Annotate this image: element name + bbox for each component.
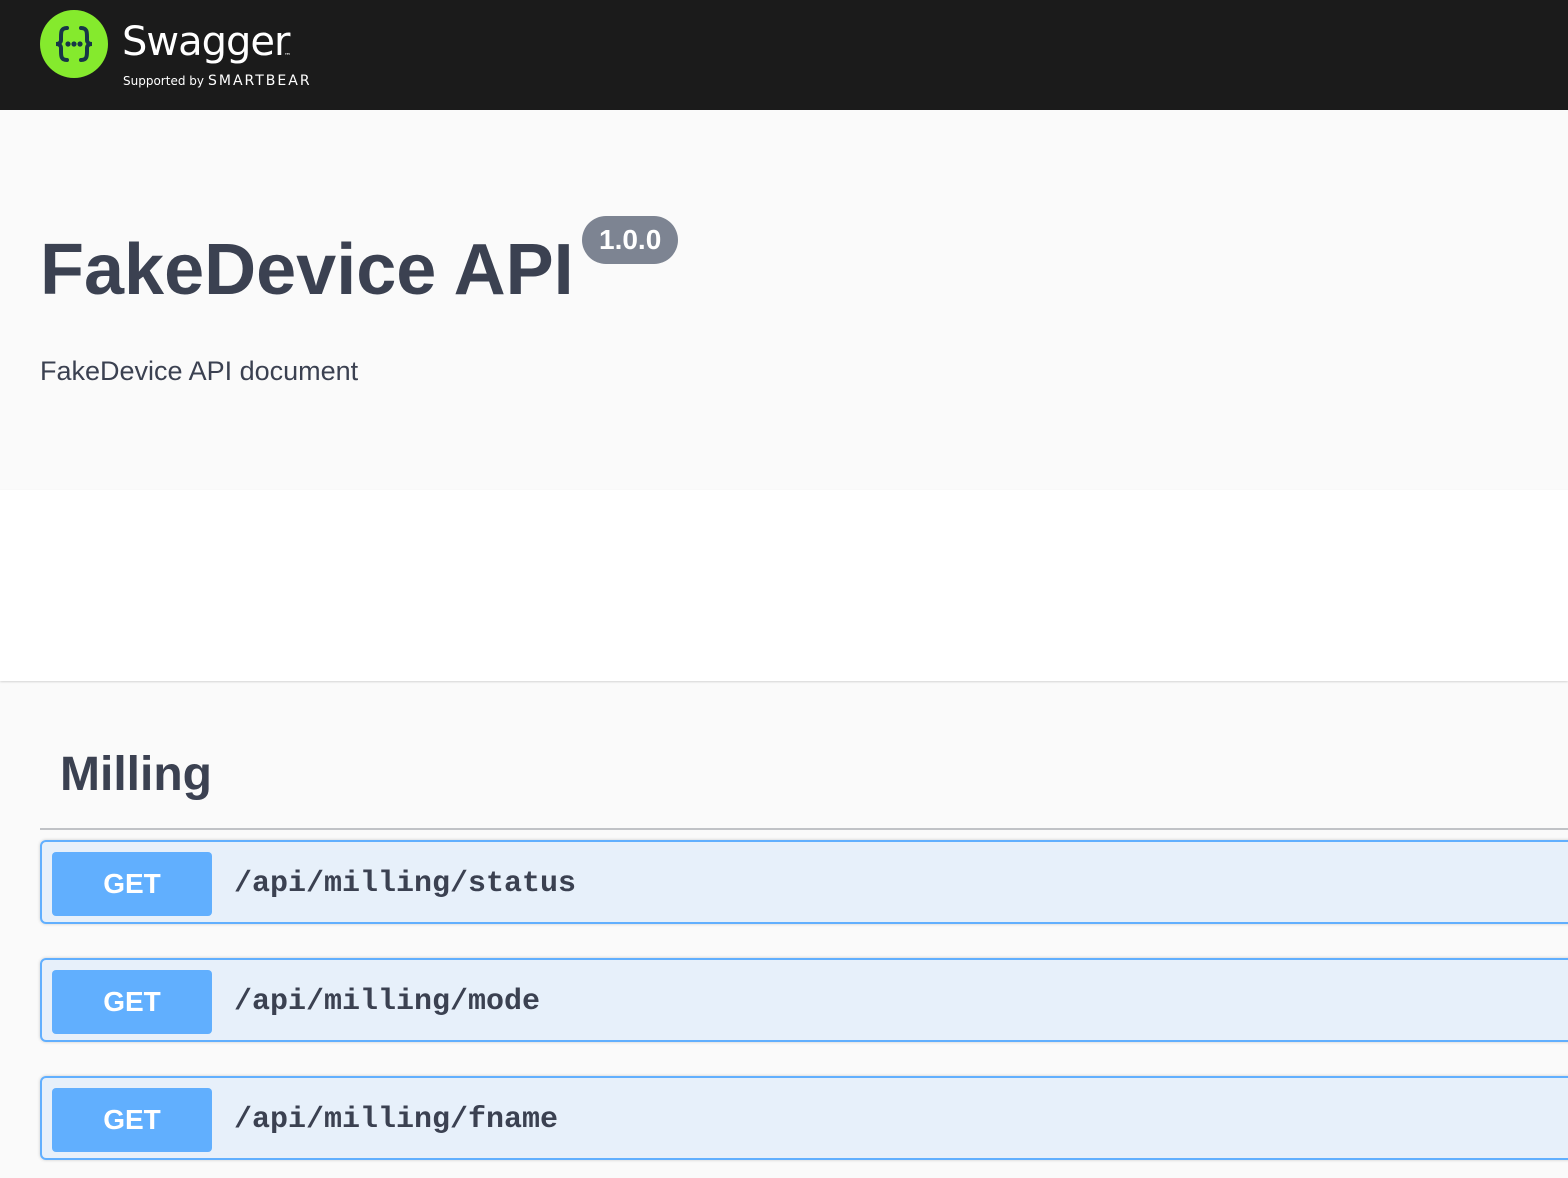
swagger-logo-text: Swagger [122, 19, 290, 65]
supported-by-text: Supported by [123, 74, 204, 88]
api-info-section: FakeDevice API 1.0.0 FakeDevice API docu… [0, 110, 1568, 490]
api-title: FakeDevice API [40, 230, 574, 310]
supported-by-line: Supported by SMARTBEAR [123, 72, 312, 90]
api-description: FakeDevice API document [40, 356, 359, 386]
http-method-badge: GET [52, 970, 212, 1034]
http-method-badge: GET [52, 852, 212, 916]
operation-path: /api/milling/status [234, 867, 577, 901]
http-method-badge: GET [52, 1088, 212, 1152]
operation-get-milling-mode[interactable]: GET /api/milling/mode [40, 958, 1568, 1042]
operation-path: /api/milling/fname [234, 1103, 559, 1137]
operation-get-milling-status[interactable]: GET /api/milling/status [40, 840, 1568, 924]
tag-heading-milling[interactable]: Milling [60, 744, 212, 806]
smartbear-brand-text: SMARTBEAR [207, 73, 312, 89]
topbar: Swagger ™ Supported by SMARTBEAR [0, 0, 1568, 110]
operation-path: /api/milling/mode [234, 985, 541, 1019]
tag-divider [40, 828, 1568, 830]
operation-get-milling-fname[interactable]: GET /api/milling/fname [40, 1076, 1568, 1160]
scheme-container [0, 490, 1568, 681]
version-badge: 1.0.0 [582, 216, 679, 264]
swagger-logo-icon [40, 10, 108, 78]
trademark-mark: ™ [284, 52, 291, 60]
